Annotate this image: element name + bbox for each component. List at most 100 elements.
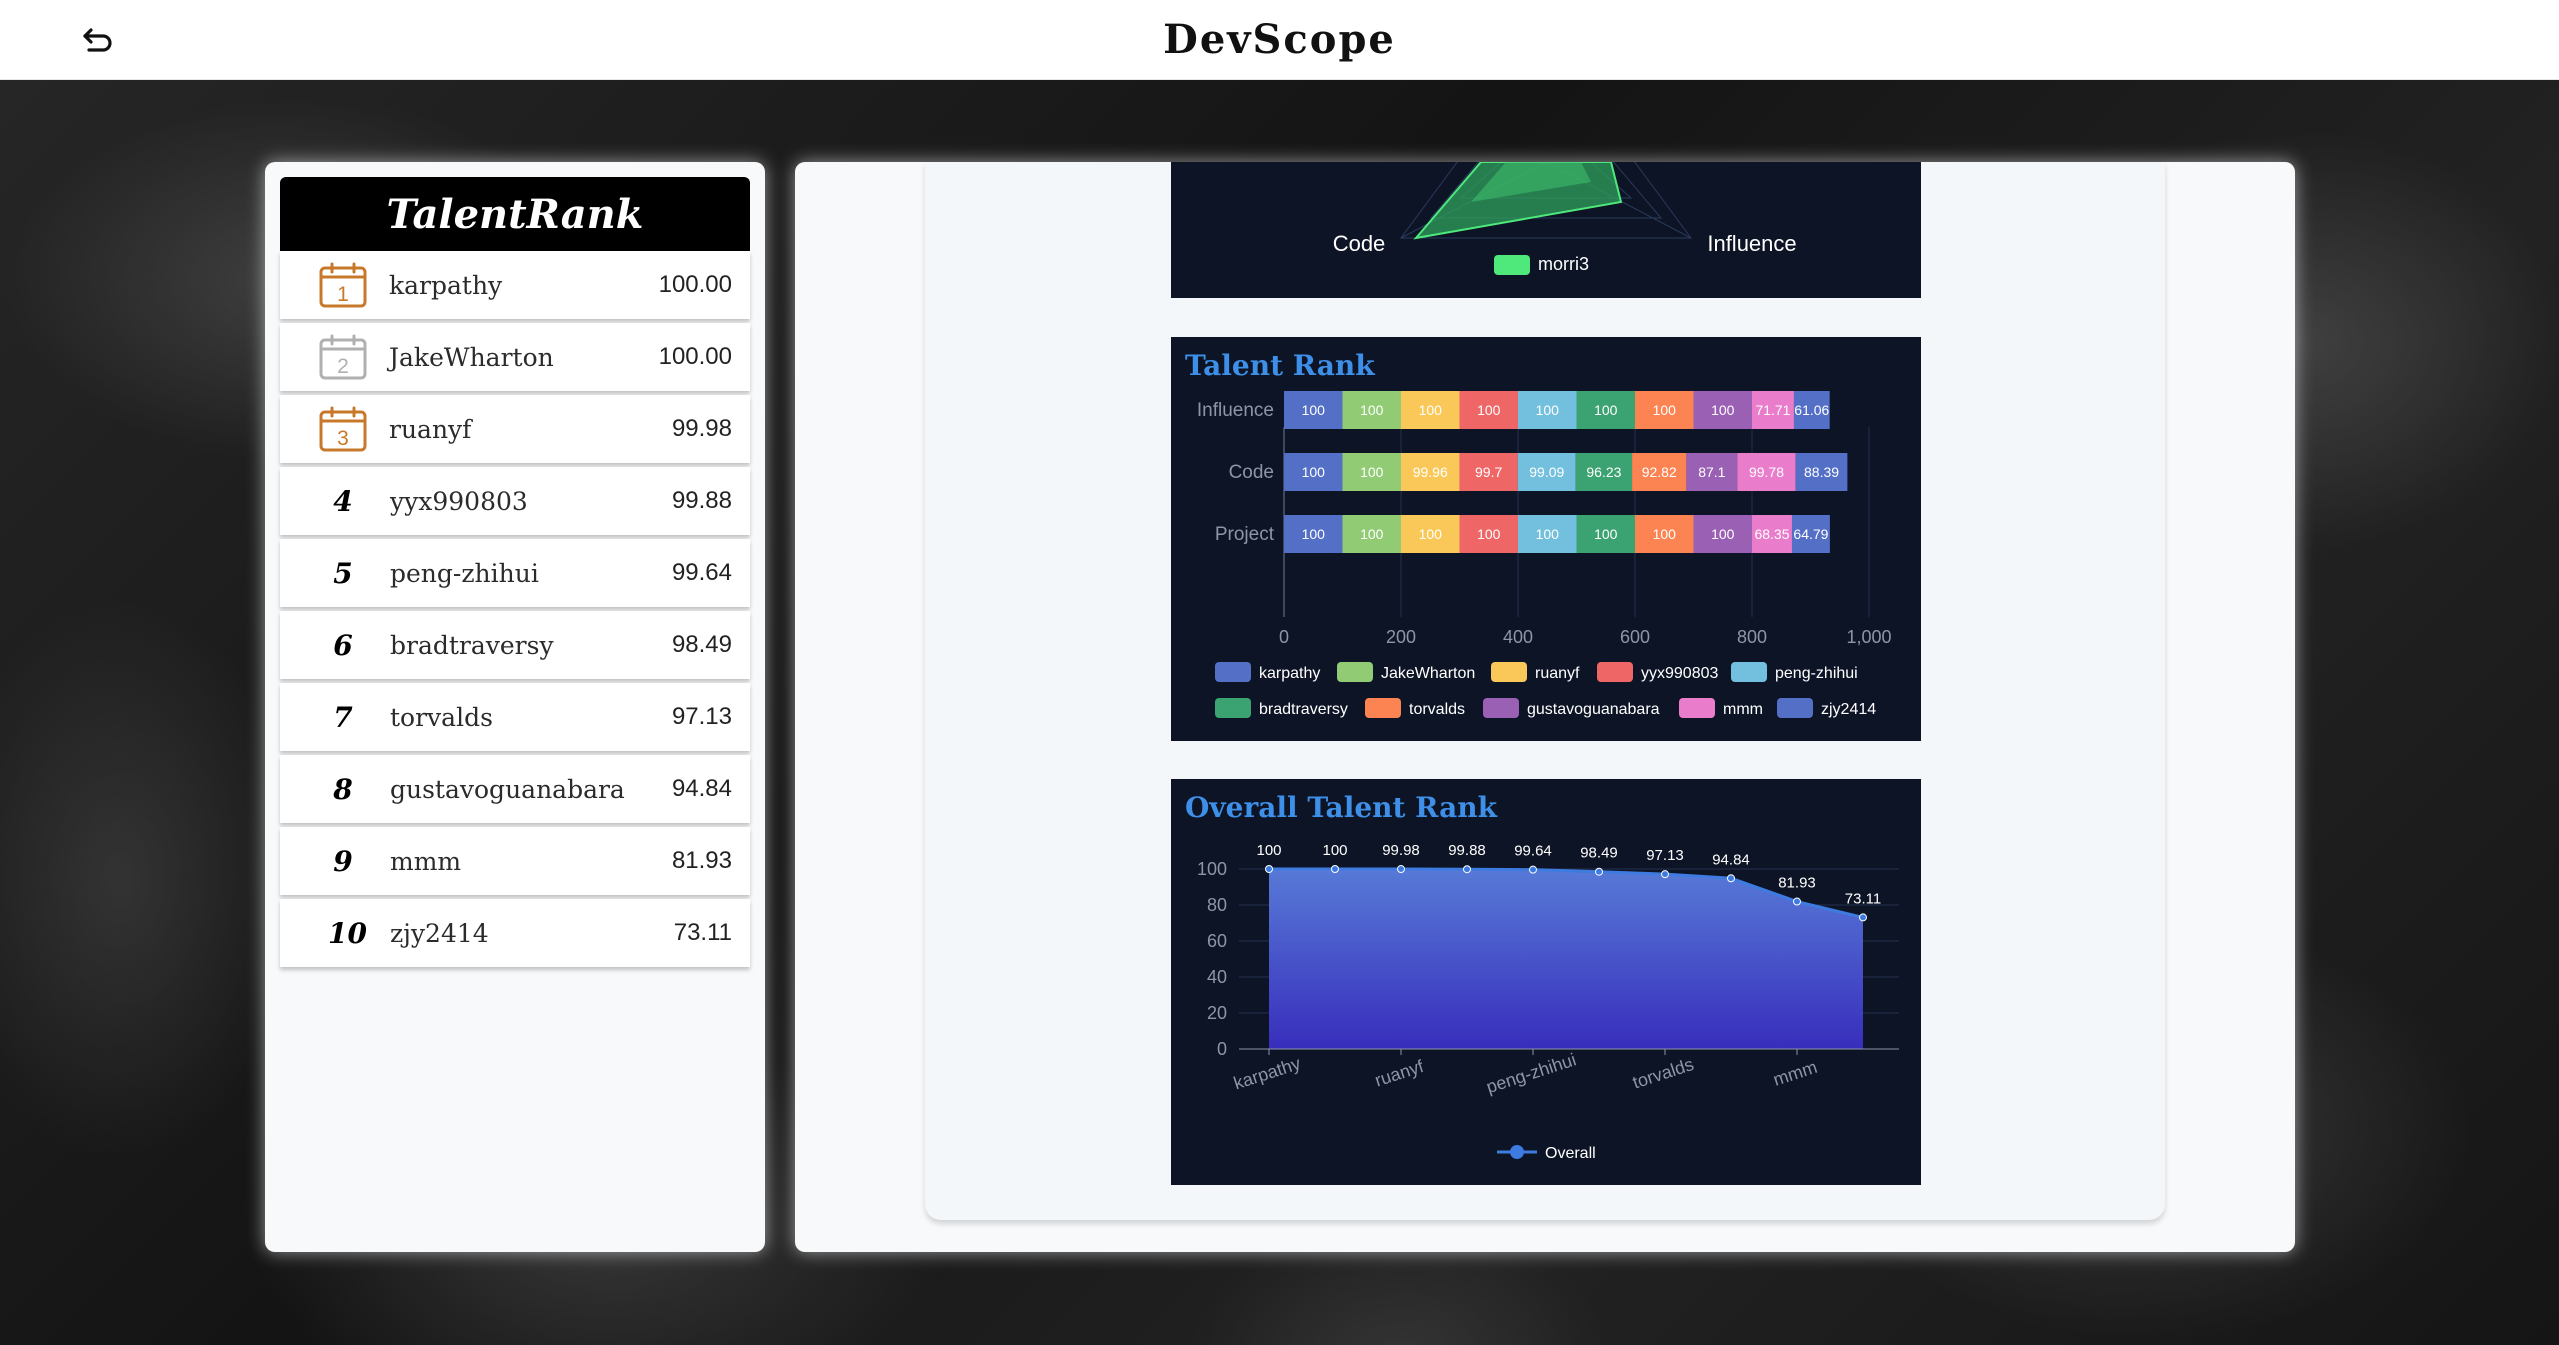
area-point-label: 99.88 (1448, 842, 1486, 859)
area-point-label: 99.98 (1382, 842, 1420, 859)
area-y-tick-label: 60 (1207, 931, 1227, 951)
area-point-label: 99.64 (1514, 843, 1552, 860)
bar-value-label: 100 (1302, 526, 1326, 542)
area-legend-dot (1510, 1145, 1524, 1159)
area-point-label: 100 (1256, 842, 1281, 859)
bar-value-label: 96.23 (1586, 464, 1621, 480)
rank-username[interactable]: torvalds (390, 703, 493, 732)
back-button[interactable] (78, 20, 118, 60)
rank-username[interactable]: karpathy (389, 271, 502, 300)
radar-chart: Code Influence morri3 (1171, 41, 1921, 298)
app-title: DevScope (1163, 16, 1396, 63)
bar-value-label: 100 (1536, 526, 1560, 542)
bar-value-label: 100 (1711, 402, 1735, 418)
rank-row[interactable]: 1 karpathy 100.00 (280, 251, 750, 319)
rank-username[interactable]: JakeWharton (389, 343, 554, 372)
rank-number: 5 (333, 556, 353, 590)
bar-value-label: 100 (1711, 526, 1735, 542)
rank-row[interactable]: 3 ruanyf 99.98 (280, 395, 750, 463)
bar-x-tick-label: 0 (1279, 627, 1289, 647)
bar-value-label: 99.09 (1529, 464, 1564, 480)
bar-value-label: 100 (1360, 526, 1384, 542)
bar-legend-swatch (1337, 662, 1373, 682)
bar-legend-label: zjy2414 (1821, 701, 1876, 718)
rank-username[interactable]: yyx990803 (390, 487, 528, 516)
radar-legend-swatch[interactable] (1494, 255, 1530, 275)
area-y-tick-label: 0 (1217, 1039, 1227, 1059)
bar-legend-swatch (1365, 698, 1401, 718)
rank-score: 97.13 (671, 703, 732, 730)
area-x-tick-label: torvalds (1630, 1054, 1696, 1092)
area-y-tick-label: 100 (1197, 859, 1227, 879)
bar-value-label: 100 (1653, 402, 1677, 418)
area-point (1793, 897, 1801, 906)
rank-row[interactable]: 8 gustavoguanabara 94.84 (280, 755, 750, 823)
area-point (1661, 870, 1669, 879)
area-x-tick-label: peng-zhihui (1484, 1049, 1579, 1097)
bar-value-label: 99.7 (1475, 464, 1502, 480)
rank-username[interactable]: bradtraversy (390, 631, 554, 660)
bar-value-label: 61.06 (1794, 402, 1829, 418)
radar-legend-label[interactable]: morri3 (1538, 254, 1589, 274)
bar-value-label: 88.39 (1804, 464, 1839, 480)
rank-username[interactable]: ruanyf (389, 415, 471, 444)
talent-rank-bar-svg: 0 200 400 600 800 1,000 Influence 100 100 100 100 1… (1197, 391, 1892, 718)
bar-category-label: Code (1229, 462, 1274, 483)
bar-value-label: 99.96 (1413, 464, 1448, 480)
rank-number: 8 (333, 772, 353, 806)
talent-rank-heading: TalentRank (280, 177, 750, 251)
rank-row[interactable]: 5 peng-zhihui 99.64 (280, 539, 750, 607)
calendar-icon: 1 (318, 262, 368, 308)
area-point (1265, 865, 1273, 873)
bar-legend-label: JakeWharton (1381, 665, 1475, 682)
rank-score: 100.00 (658, 343, 732, 370)
area-point (1397, 865, 1405, 874)
bar-value-label: 100 (1419, 526, 1443, 542)
bar-value-label: 87.1 (1698, 464, 1725, 480)
bar-legend-swatch (1215, 662, 1251, 682)
area-point-label: 98.49 (1580, 845, 1618, 862)
rank-number: 4 (333, 484, 353, 518)
area-point (1595, 867, 1603, 876)
rank-row[interactable]: 2 JakeWharton 100.00 (280, 323, 750, 391)
area-x-tick-label: karpathy (1231, 1053, 1303, 1093)
area-x-tick-label: mmm (1771, 1057, 1820, 1090)
rank-row[interactable]: 9 mmm 81.93 (280, 827, 750, 895)
rank-number: 10 (328, 916, 367, 950)
rank-username[interactable]: gustavoguanabara (390, 775, 625, 804)
area-point-label: 94.84 (1712, 851, 1750, 868)
bar-value-label: 100 (1653, 526, 1677, 542)
bar-legend-swatch (1215, 698, 1251, 718)
bar-legend-swatch (1491, 662, 1527, 682)
bar-value-label: 68.35 (1754, 526, 1789, 542)
bar-value-label: 99.78 (1749, 464, 1784, 480)
bar-legend-label: torvalds (1409, 701, 1465, 718)
bar-legend-label: gustavoguanabara (1527, 701, 1660, 718)
rank-username[interactable]: mmm (390, 847, 461, 876)
bar-legend-swatch (1731, 662, 1767, 682)
bar-value-label: 92.82 (1642, 464, 1677, 480)
rank-row[interactable]: 7 torvalds 97.13 (280, 683, 750, 751)
bar-legend-swatch (1483, 698, 1519, 718)
rank-score: 100.00 (658, 271, 732, 298)
bar-value-label: 100 (1360, 464, 1384, 480)
area-point (1529, 865, 1537, 874)
talent-rank-chart-title: Talent Rank (1185, 349, 1375, 382)
talent-rank-panel: TalentRank 1 karpathy 100.00 2 JakeWharton 10… (265, 162, 765, 1252)
area-point-label: 97.13 (1646, 847, 1684, 864)
rank-username[interactable]: peng-zhihui (390, 559, 539, 588)
bar-value-label: 100 (1302, 464, 1326, 480)
rank-row[interactable]: 10 zjy2414 73.11 (280, 899, 750, 967)
rank-row[interactable]: 4 yyx990803 99.88 (280, 467, 750, 535)
bar-x-tick-label: 400 (1503, 627, 1533, 647)
rank-username[interactable]: zjy2414 (390, 919, 489, 948)
bar-legend-label: bradtraversy (1259, 701, 1348, 718)
bar-legend-label: yyx990803 (1641, 665, 1718, 682)
rank-number: 6 (333, 628, 353, 662)
area-point (1331, 865, 1339, 873)
rank-number: 9 (333, 844, 353, 878)
calendar-icon: 3 (318, 406, 368, 452)
rank-icon-number: 1 (337, 283, 349, 306)
rank-row[interactable]: 6 bradtraversy 98.49 (280, 611, 750, 679)
calendar-icon: 2 (318, 334, 368, 380)
